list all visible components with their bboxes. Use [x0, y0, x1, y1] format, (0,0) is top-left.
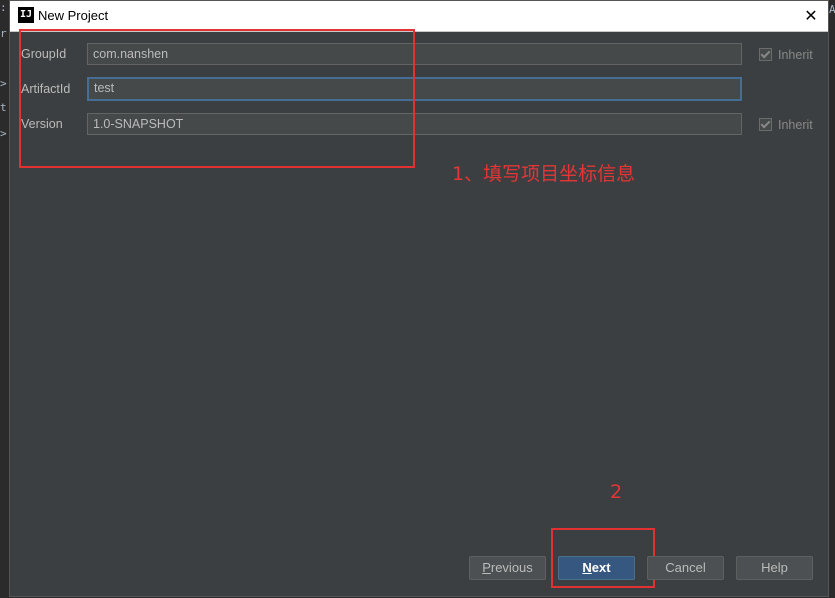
annotation-box-fields: [19, 29, 415, 168]
background-editor-strip-right: A: [829, 0, 835, 598]
inherit-label: Inherit: [778, 118, 813, 132]
inherit-label: Inherit: [778, 48, 813, 62]
new-project-dialog: IJ New Project ✕ GroupId com.nanshen Inh…: [9, 0, 829, 597]
next-button[interactable]: Next: [558, 556, 635, 580]
background-glyph: :: [0, 1, 7, 14]
checkbox-check-icon: [759, 48, 772, 61]
background-glyph: >: [0, 127, 7, 140]
checkbox-check-icon: [759, 118, 772, 131]
background-editor-strip: : r > t >: [0, 0, 9, 598]
background-glyph: t: [0, 101, 7, 114]
annotation-step1-text: 1、填写项目坐标信息: [452, 163, 636, 185]
help-button[interactable]: Help: [736, 556, 813, 580]
annotation-step2-text: 2: [610, 481, 623, 503]
previous-button[interactable]: Previous: [469, 556, 546, 580]
window-title: New Project: [38, 8, 109, 23]
background-glyph: A: [829, 3, 835, 16]
title-bar[interactable]: IJ New Project ✕: [10, 1, 828, 32]
close-button[interactable]: ✕: [800, 5, 822, 27]
cancel-button[interactable]: Cancel: [647, 556, 724, 580]
background-glyph: r: [0, 27, 7, 40]
background-glyph: >: [0, 77, 7, 90]
groupid-inherit-checkbox[interactable]: Inherit: [759, 48, 813, 62]
intellij-app-icon: IJ: [18, 7, 34, 23]
version-inherit-checkbox[interactable]: Inherit: [759, 118, 813, 132]
